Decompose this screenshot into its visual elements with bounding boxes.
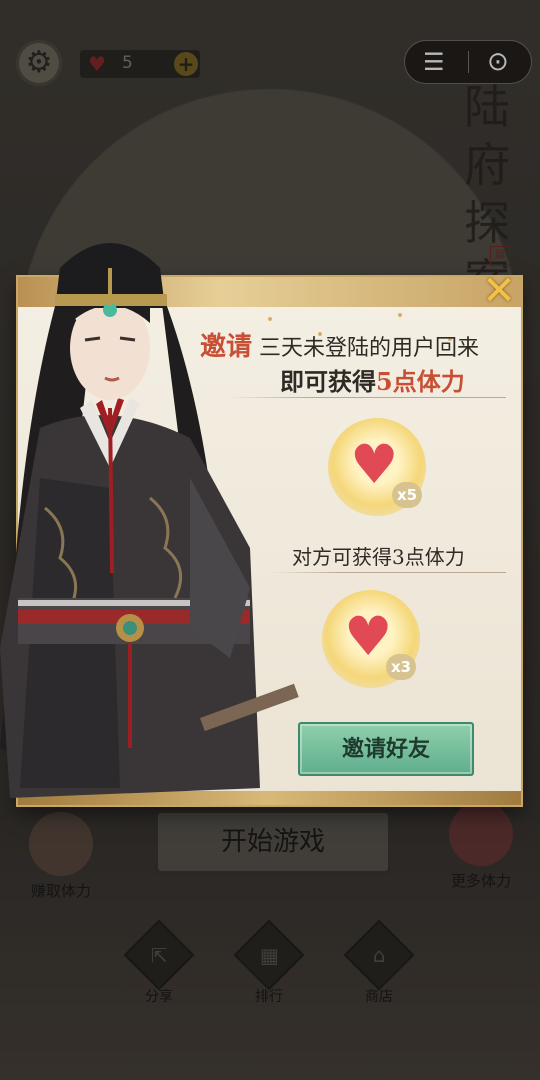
divider xyxy=(270,572,506,573)
character-illustration xyxy=(0,243,299,798)
divider xyxy=(226,397,506,398)
reward-self-multiplier: x5 xyxy=(392,482,422,508)
reward-friend: ♥ x3 xyxy=(322,590,420,688)
invite-condition: 三天未登陆的用户回来 xyxy=(259,336,480,361)
reward-headline: 即可获得5点体力 xyxy=(280,362,465,397)
invite-highlight: 邀请 xyxy=(200,332,253,362)
reward-prefix: 即可获得 xyxy=(280,367,376,396)
close-x-icon[interactable]: ✕ xyxy=(478,270,520,312)
invite-headline: 邀请 三天未登陆的用户回来 xyxy=(200,326,479,363)
reward-friend-multiplier: x3 xyxy=(386,654,416,680)
reward-amount: 5点体力 xyxy=(376,367,465,396)
reward-self: ♥ x5 xyxy=(328,418,426,516)
heart-icon: ♥ xyxy=(344,605,393,668)
decor-speck xyxy=(398,313,402,317)
heart-icon: ♥ xyxy=(350,433,399,496)
friend-reward-text: 对方可获得3点体力 xyxy=(292,545,465,569)
invite-friend-button[interactable]: 邀请好友 xyxy=(298,722,474,776)
